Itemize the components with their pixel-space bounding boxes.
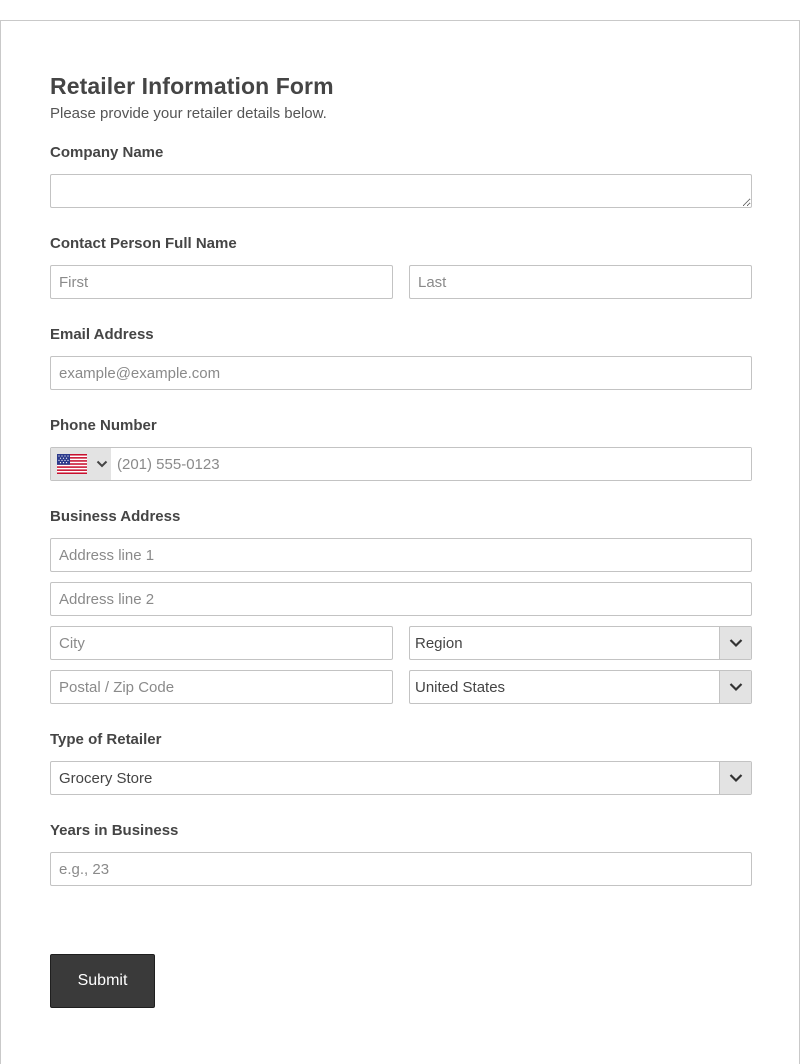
chevron-down-icon xyxy=(719,627,751,659)
country-select[interactable]: United States xyxy=(409,670,752,704)
country-select-value: United States xyxy=(415,679,506,696)
address-line2-input[interactable] xyxy=(50,582,752,616)
company-name-label: Company Name xyxy=(50,144,164,161)
city-input[interactable] xyxy=(50,626,393,660)
region-select-value: Region xyxy=(415,635,463,652)
company-name-input[interactable] xyxy=(50,174,752,208)
postal-code-input[interactable] xyxy=(50,670,393,704)
email-input[interactable] xyxy=(50,356,752,390)
phone-field xyxy=(50,447,752,481)
form-subtitle: Please provide your retailer details bel… xyxy=(50,105,327,122)
country-code-selector[interactable] xyxy=(51,448,111,480)
retailer-type-label: Type of Retailer xyxy=(50,731,162,748)
address-line1-input[interactable] xyxy=(50,538,752,572)
us-flag-icon xyxy=(57,454,87,474)
phone-input[interactable] xyxy=(111,448,751,480)
form-card: Retailer Information Form Please provide… xyxy=(0,20,800,1064)
last-name-input[interactable] xyxy=(409,265,752,299)
retailer-type-value: Grocery Store xyxy=(59,770,153,787)
years-label: Years in Business xyxy=(50,822,179,839)
address-label: Business Address xyxy=(50,508,181,525)
years-input[interactable] xyxy=(50,852,752,886)
email-label: Email Address xyxy=(50,326,154,343)
form-title: Retailer Information Form xyxy=(50,73,334,99)
retailer-type-select[interactable]: Grocery Store xyxy=(50,761,752,795)
chevron-down-icon xyxy=(96,460,108,468)
submit-button[interactable]: Submit xyxy=(50,954,155,1008)
first-name-input[interactable] xyxy=(50,265,393,299)
chevron-down-icon xyxy=(719,762,751,794)
region-select[interactable]: Region xyxy=(409,626,752,660)
phone-label: Phone Number xyxy=(50,417,157,434)
chevron-down-icon xyxy=(719,671,751,703)
contact-name-label: Contact Person Full Name xyxy=(50,235,237,252)
